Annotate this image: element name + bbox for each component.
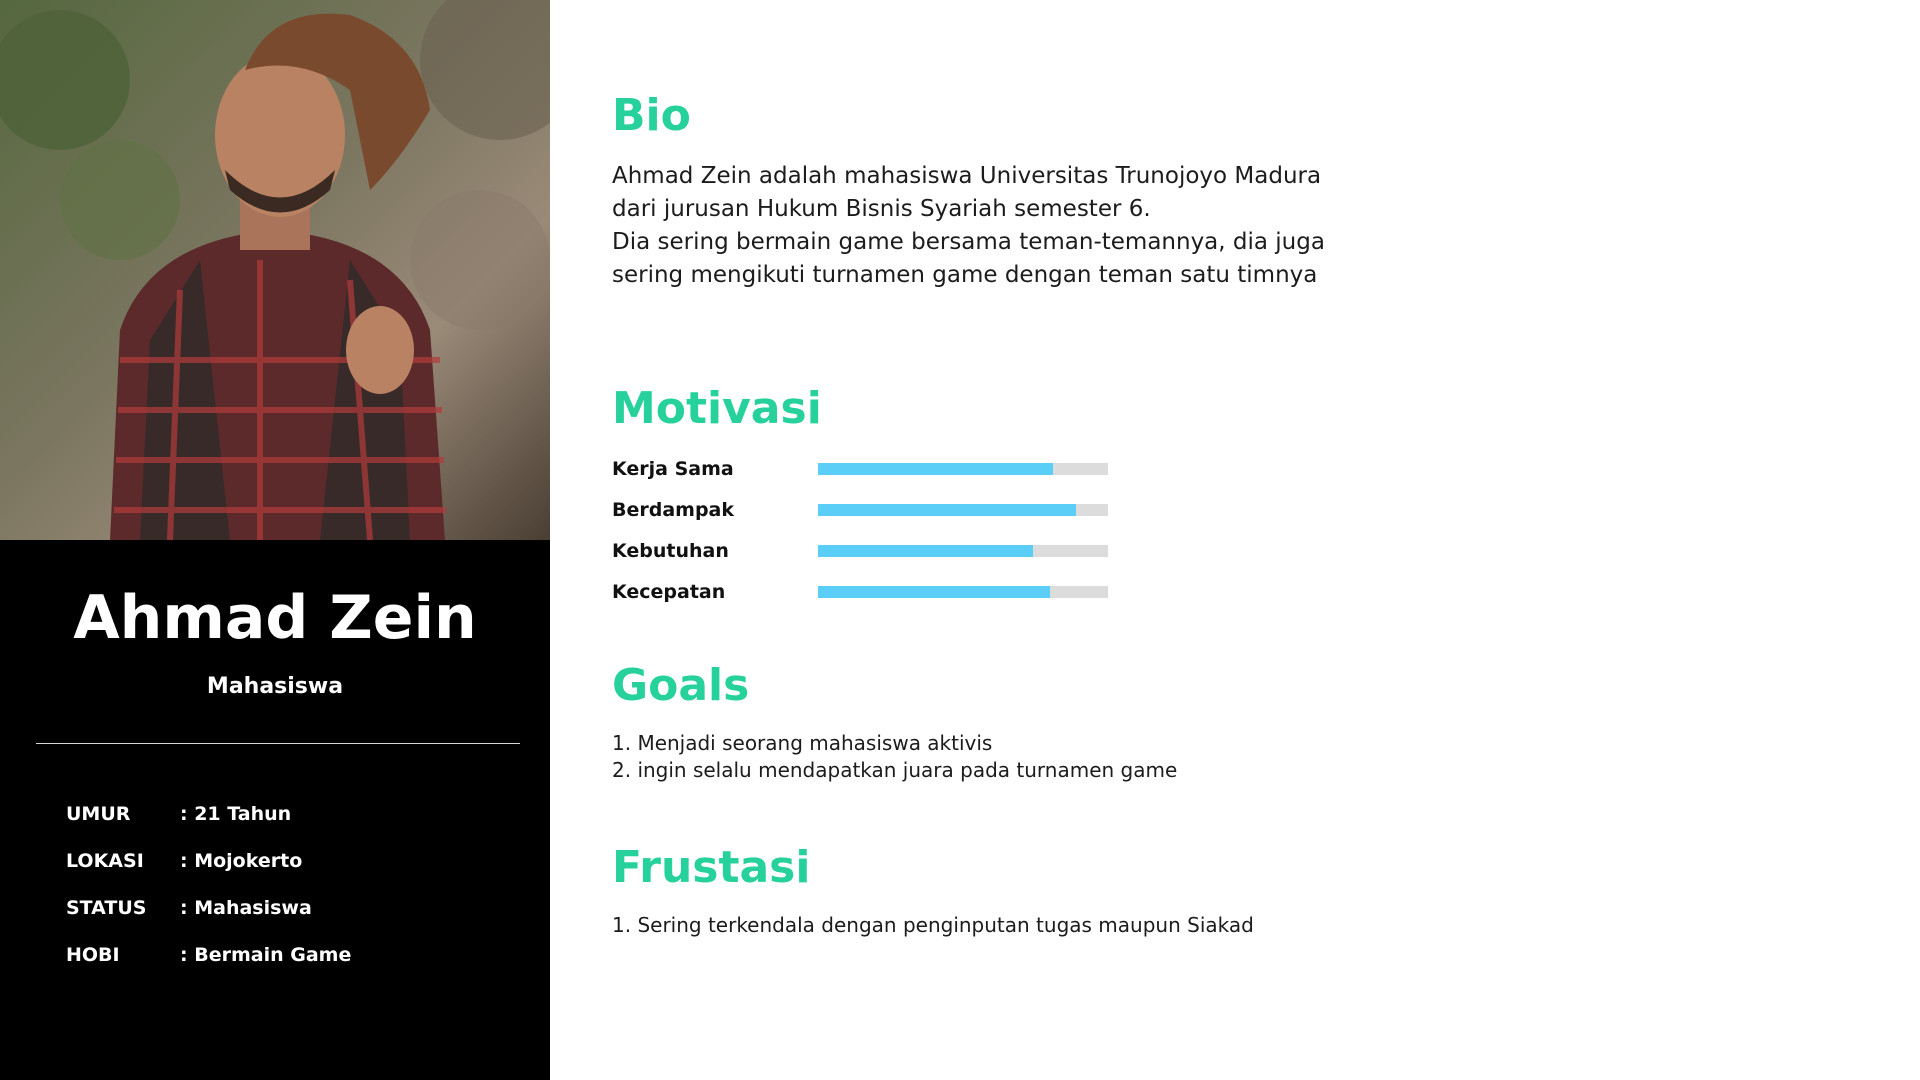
divider [36,743,520,744]
goals-heading: Goals [612,660,750,711]
info-key: LOKASI [66,849,144,872]
info-row-status: STATUS : Mahasiswa [66,884,506,931]
frustration-list: 1. Sering terkendala dengan penginputan … [612,912,1412,939]
info-row-location: LOKASI : Mojokerto [66,837,506,884]
bio-line: dari jurusan Hukum Bisnis Syariah semest… [612,196,1151,222]
goal-item: 2. ingin selalu mendapatkan juara pada t… [612,758,1178,782]
bio-line: sering mengikuti turnamen game dengan te… [612,262,1318,288]
motivation-row: Kerja Sama [612,448,1132,489]
motivation-bar-fill [818,462,1053,475]
person-photo-icon [0,0,550,540]
bio-line: Dia sering bermain game bersama teman-te… [612,229,1325,255]
info-value: : 21 Tahun [180,802,292,825]
info-row-age: UMUR : 21 Tahun [66,790,506,837]
motivation-bar [818,462,1108,475]
profile-info-list: UMUR : 21 Tahun LOKASI : Mojokerto STATU… [66,790,506,978]
motivation-label: Kebutuhan [612,539,729,562]
motivation-list: Kerja Sama Berdampak Kebutuhan Kecepatan [612,448,1132,612]
info-key: UMUR [66,802,131,825]
motivation-label: Kecepatan [612,580,726,603]
motivation-bar [818,544,1108,557]
bio-line: Ahmad Zein adalah mahasiswa Universitas … [612,163,1322,189]
info-row-hobby: HOBI : Bermain Game [66,931,506,978]
frustration-heading: Frustasi [612,842,811,893]
motivation-bar [818,503,1108,516]
persona-page: Ahmad Zein Mahasiswa UMUR : 21 Tahun LOK… [0,0,1920,1080]
goal-item: 1. Menjadi seorang mahasiswa aktivis [612,731,993,755]
motivation-bar-fill [818,544,1033,557]
info-key: STATUS [66,896,147,919]
profile-photo [0,0,550,540]
frustration-item: 1. Sering terkendala dengan penginputan … [612,913,1254,937]
persona-role: Mahasiswa [206,674,344,699]
motivation-bar [818,585,1108,598]
bio-text: Ahmad Zein adalah mahasiswa Universitas … [612,160,1352,292]
info-key: HOBI [66,943,120,966]
bio-heading: Bio [612,90,691,141]
persona-name: Ahmad Zein [73,583,477,653]
motivation-heading: Motivasi [612,383,822,434]
profile-panel: Ahmad Zein Mahasiswa UMUR : 21 Tahun LOK… [0,0,550,1080]
info-value: : Mahasiswa [180,896,312,919]
motivation-row: Kecepatan [612,571,1132,612]
motivation-label: Berdampak [612,498,735,521]
motivation-bar-fill [818,503,1077,516]
persona-content: Bio Ahmad Zein adalah mahasiswa Universi… [612,0,1812,1080]
motivation-row: Berdampak [612,489,1132,530]
motivation-bar-fill [818,585,1050,598]
motivation-row: Kebutuhan [612,530,1132,571]
motivation-label: Kerja Sama [612,457,734,480]
info-value: : Mojokerto [180,849,303,872]
info-value: : Bermain Game [180,943,352,966]
goals-list: 1. Menjadi seorang mahasiswa aktivis 2. … [612,730,1412,784]
